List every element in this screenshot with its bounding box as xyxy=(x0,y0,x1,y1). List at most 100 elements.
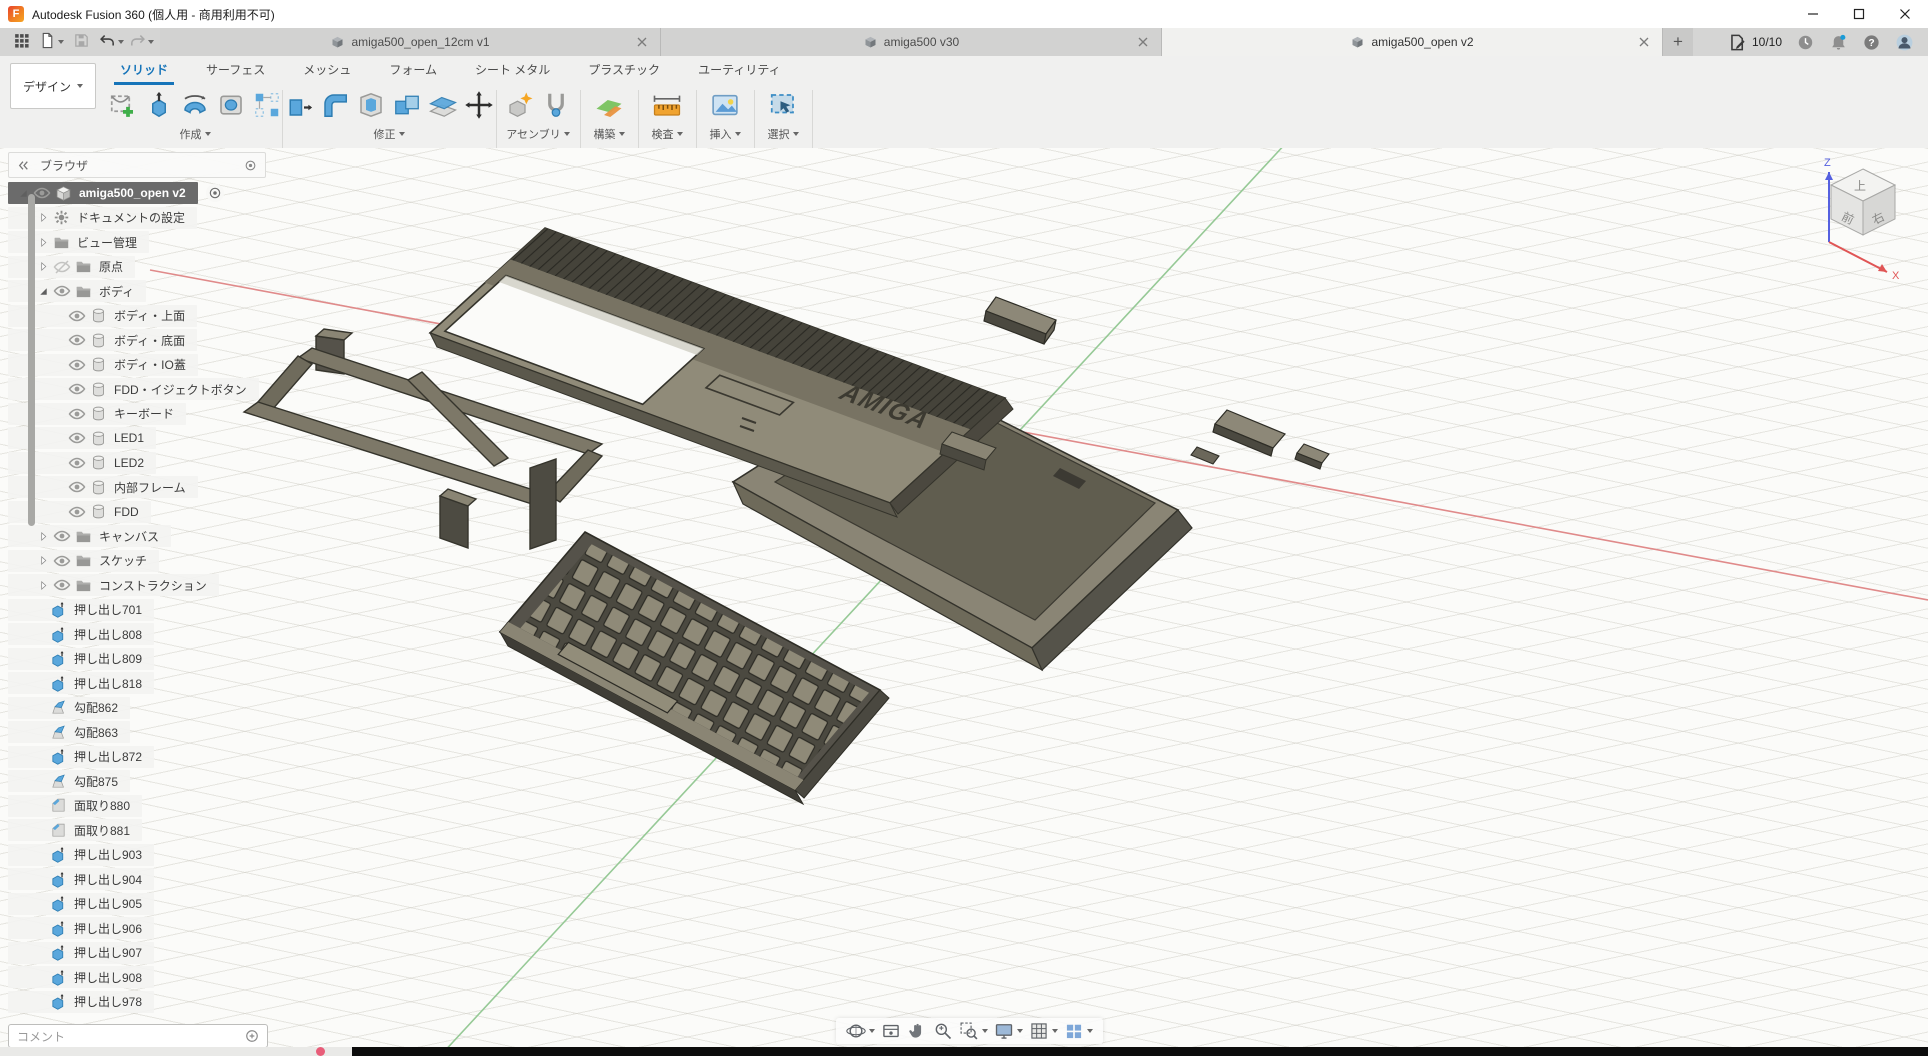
ribbon-group-label[interactable]: 選択 xyxy=(768,126,799,144)
browser-item[interactable]: LED2 xyxy=(8,451,266,475)
extrude-button[interactable] xyxy=(142,86,176,124)
browser-item[interactable]: 勾配863 xyxy=(8,720,266,744)
help-button[interactable]: ? xyxy=(1862,33,1881,52)
offset-plane-button[interactable] xyxy=(426,86,460,124)
document-tab[interactable]: amiga500_open_12cm v1 xyxy=(160,28,661,56)
browser-item[interactable]: 押し出し908 xyxy=(8,965,266,989)
ribbon-tab[interactable]: サーフェス xyxy=(204,55,267,84)
undo-button[interactable] xyxy=(96,30,126,54)
joint-button[interactable] xyxy=(539,86,573,124)
browser-item[interactable]: キーボード xyxy=(8,402,266,426)
history-button[interactable] xyxy=(1796,33,1815,52)
ribbon-tab[interactable]: シート メタル xyxy=(473,55,552,84)
browser-item[interactable]: 押し出し906 xyxy=(8,916,266,940)
browser-item[interactable]: コンストラクション xyxy=(8,573,266,597)
tab-close-icon[interactable] xyxy=(634,34,650,50)
browser-item[interactable]: スケッチ xyxy=(8,549,266,573)
pan-button[interactable] xyxy=(907,1021,927,1041)
notifications-button[interactable] xyxy=(1829,33,1848,52)
ribbon-tab[interactable]: フォーム xyxy=(387,55,439,84)
minimize-icon[interactable] xyxy=(1790,0,1836,28)
orbit-button[interactable] xyxy=(846,1021,875,1041)
ribbon-group-label[interactable]: 挿入 xyxy=(710,126,741,144)
model-led1[interactable] xyxy=(1191,447,1219,464)
tree-chevron-icon[interactable] xyxy=(36,211,50,225)
visibility-eye-off-icon[interactable] xyxy=(53,258,71,276)
browser-scrollbar[interactable] xyxy=(28,194,35,526)
visibility-eye-icon[interactable] xyxy=(68,307,86,325)
zoom-button[interactable] xyxy=(933,1021,953,1041)
visibility-eye-icon[interactable] xyxy=(53,576,71,594)
maximize-icon[interactable] xyxy=(1836,0,1882,28)
visibility-eye-icon[interactable] xyxy=(68,454,86,472)
visibility-eye-icon[interactable] xyxy=(53,527,71,545)
browser-item[interactable]: 押し出し818 xyxy=(8,671,266,695)
visibility-eye-icon[interactable] xyxy=(33,184,51,202)
create-sketch-button[interactable] xyxy=(106,86,140,124)
activate-component-icon[interactable] xyxy=(206,184,224,202)
browser-item[interactable]: amiga500_open v2 xyxy=(8,181,266,205)
viewports-button[interactable] xyxy=(1064,1021,1093,1041)
ribbon-group-label[interactable]: 検査 xyxy=(652,126,683,144)
browser-item[interactable]: 押し出し905 xyxy=(8,892,266,916)
visibility-eye-icon[interactable] xyxy=(68,478,86,496)
display-settings-button[interactable] xyxy=(994,1021,1023,1041)
tree-chevron-icon[interactable] xyxy=(36,529,50,543)
press-pull-button[interactable] xyxy=(282,86,316,124)
browser-item[interactable]: ボディ・底面 xyxy=(8,328,266,352)
visibility-eye-icon[interactable] xyxy=(68,380,86,398)
visibility-eye-icon[interactable] xyxy=(68,429,86,447)
add-comment-icon[interactable] xyxy=(245,1029,259,1043)
browser-item[interactable]: 押し出し978 xyxy=(8,990,266,1014)
browser-item[interactable]: 押し出し809 xyxy=(8,647,266,671)
revolve-button[interactable] xyxy=(178,86,212,124)
tab-close-icon[interactable] xyxy=(1636,34,1652,50)
ribbon-tab[interactable]: ユーティリティ xyxy=(696,55,783,84)
ribbon-group-label[interactable]: 修正 xyxy=(374,126,405,144)
browser-item[interactable]: 面取り881 xyxy=(8,818,266,842)
select-window-button[interactable] xyxy=(766,86,800,124)
visibility-eye-icon[interactable] xyxy=(68,331,86,349)
browser-item[interactable]: FDD・イジェクトボタン xyxy=(8,377,266,401)
model-led2[interactable] xyxy=(1295,444,1329,469)
model-keyboard[interactable] xyxy=(500,532,889,804)
job-status-button[interactable]: 10/10 xyxy=(1728,33,1782,52)
tree-chevron-icon[interactable] xyxy=(36,260,50,274)
browser-item[interactable]: ボディ・IO蓋 xyxy=(8,353,266,377)
view-cube[interactable]: Z X 上 前 右 xyxy=(1802,152,1912,282)
browser-item[interactable]: LED1 xyxy=(8,426,266,450)
visibility-eye-icon[interactable] xyxy=(53,282,71,300)
ribbon-tab[interactable]: ソリッド xyxy=(118,55,170,84)
browser-item[interactable]: 押し出し808 xyxy=(8,622,266,646)
browser-item[interactable]: 押し出し903 xyxy=(8,843,266,867)
browser-item[interactable]: ドキュメントの設定 xyxy=(8,206,266,230)
look-at-button[interactable] xyxy=(881,1021,901,1041)
visibility-eye-icon[interactable] xyxy=(68,405,86,423)
browser-item[interactable]: FDD xyxy=(8,500,266,524)
combine-button[interactable] xyxy=(390,86,424,124)
browser-item[interactable]: ボディ・上面 xyxy=(8,304,266,328)
browser-item[interactable]: 押し出し872 xyxy=(8,745,266,769)
browser-item[interactable]: 勾配875 xyxy=(8,769,266,793)
account-avatar[interactable] xyxy=(1895,33,1914,52)
hole-button[interactable] xyxy=(214,86,248,124)
browser-item[interactable]: 内部フレーム xyxy=(8,475,266,499)
model-top-case[interactable]: AMIGA xyxy=(430,228,1013,517)
visibility-eye-icon[interactable] xyxy=(53,552,71,570)
browser-target-icon[interactable] xyxy=(244,159,257,172)
construction-plane-button[interactable] xyxy=(592,86,626,124)
browser-item[interactable]: 押し出し904 xyxy=(8,867,266,891)
ribbon-group-label[interactable]: アセンブリ xyxy=(506,126,569,144)
workspace-selector[interactable]: デザイン xyxy=(10,63,96,109)
model-io-cover[interactable] xyxy=(1213,410,1285,456)
insert-image-button[interactable] xyxy=(708,86,742,124)
redo-button[interactable] xyxy=(126,30,156,54)
browser-item[interactable]: ビュー管理 xyxy=(8,230,266,254)
ribbon-group-label[interactable]: 作成 xyxy=(180,126,211,144)
document-tab[interactable]: amiga500_open v2 xyxy=(1162,28,1663,56)
model-fdd-eject-button[interactable] xyxy=(984,297,1056,344)
grid-settings-button[interactable] xyxy=(1029,1021,1058,1041)
tree-chevron-icon[interactable] xyxy=(36,284,50,298)
ribbon-tab[interactable]: プラスチック xyxy=(586,55,662,84)
browser-item[interactable]: 押し出し907 xyxy=(8,941,266,965)
